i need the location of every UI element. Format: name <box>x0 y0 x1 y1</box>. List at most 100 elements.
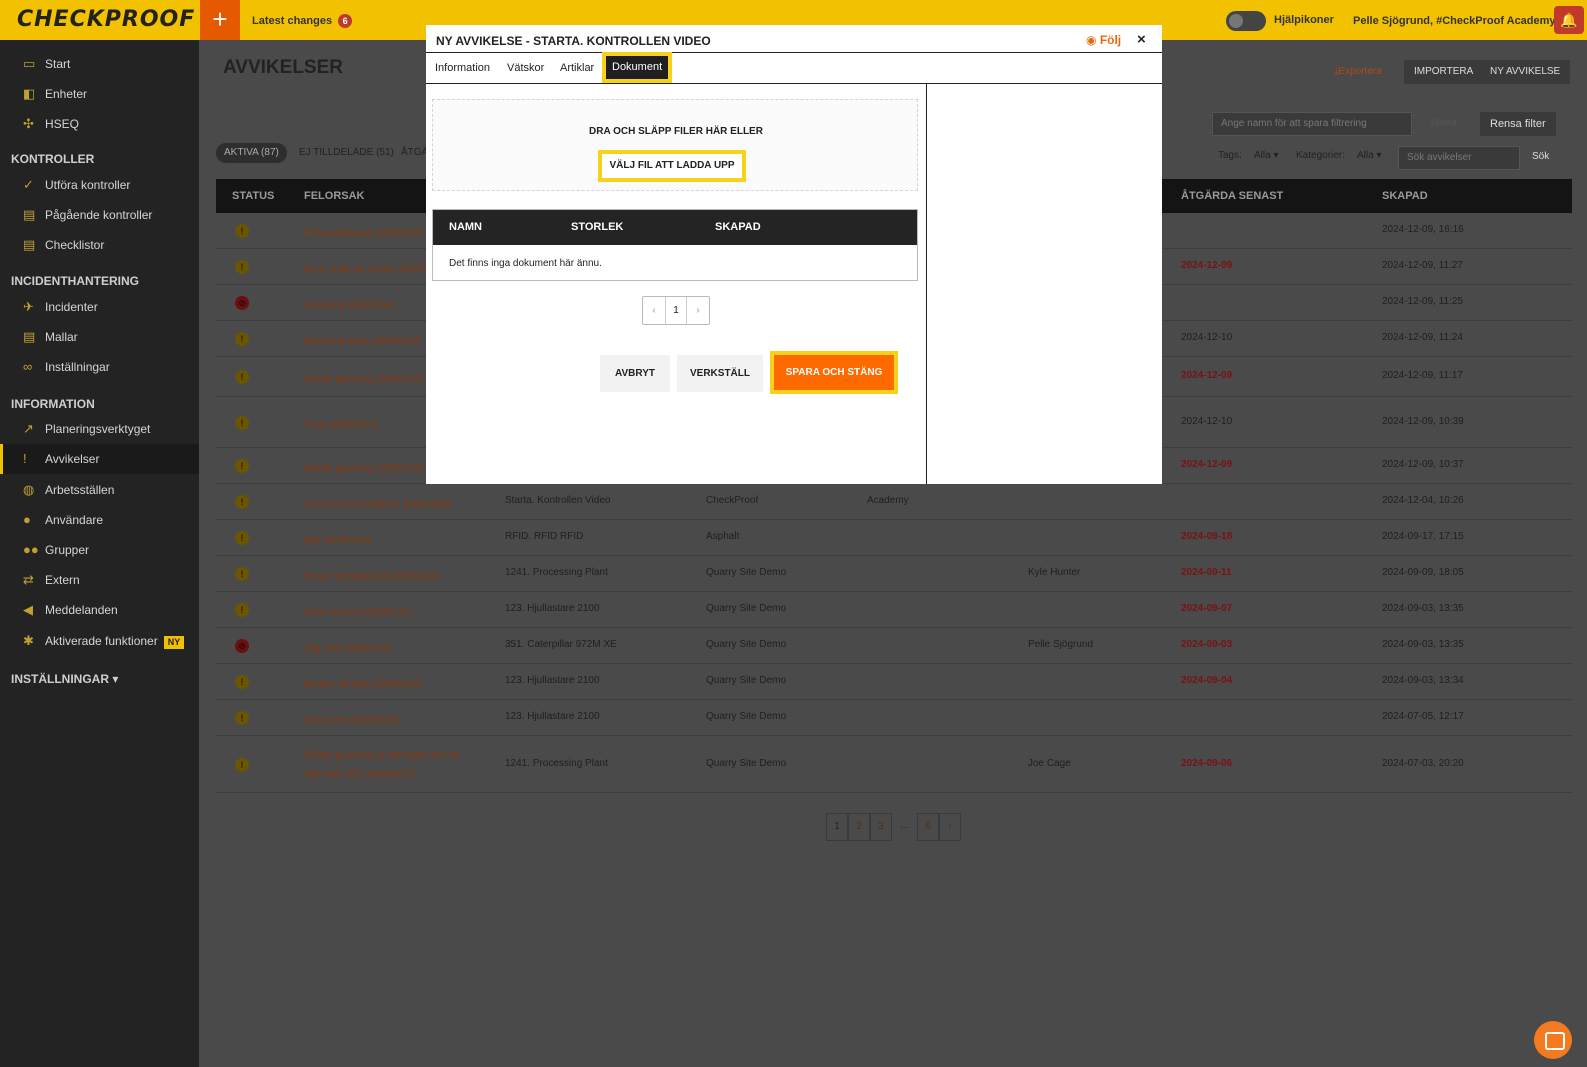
table-row[interactable]: ! Door is loose (D000141) 123. Hjullastare… <box>216 592 1572 628</box>
cause-link[interactable]: Safety guarding is damaged on the right … <box>304 746 474 784</box>
filter-name-input[interactable]: Ange namn för att spara filtrering <box>1212 112 1412 136</box>
sidebar-item-pågående-kontroller[interactable]: ▤ Pågående kontroller <box>0 200 199 230</box>
search-button[interactable]: Sök <box>1532 151 1549 162</box>
save-and-close-button[interactable]: SPARA OCH STÄNG <box>770 351 898 394</box>
help-icons-label: Hjälpikoner <box>1274 14 1334 26</box>
table-row[interactable]: ! CheckProof Academy (D000148) Starta. Kon… <box>216 484 1572 520</box>
tab-aktiva[interactable]: AKTIVA (87) <box>216 143 287 163</box>
sidebar-item-label: Enheter <box>45 87 88 101</box>
bell-icon[interactable]: 🔔 <box>1554 6 1584 34</box>
column-name[interactable]: NAMN <box>449 221 482 233</box>
cause-link[interactable]: Elie (D000145) <box>304 531 474 550</box>
next-page-button[interactable]: › <box>687 297 709 324</box>
handshake-icon: ⇄ <box>23 572 34 587</box>
sidebar-item-meddelanden[interactable]: ◀ Meddelanden <box>0 595 199 625</box>
sidebar-item-arbetsställen[interactable]: ◍ Arbetsställen <box>0 475 199 505</box>
running-icon: ✈ <box>23 299 34 314</box>
table-row[interactable]: ! Elie (D000145) RFID. RFID RFID Asphalt 202… <box>216 520 1572 556</box>
clipboard-icon: ▤ <box>23 329 36 344</box>
tab-ej-tilldelade[interactable]: EJ TILLDELADE (51) <box>291 143 402 163</box>
sidebar-item-label: Användare <box>45 513 104 527</box>
cause-link[interactable]: House keeping [S1] (D000142) <box>304 567 474 586</box>
sidebar-item-avvikelser[interactable]: ! Avvikelser <box>0 444 199 474</box>
categories-select[interactable]: Alla ▾ <box>1357 150 1381 161</box>
column-fix-by[interactable]: ÅTGÄRDA SENAST <box>1181 190 1283 202</box>
sidebar-item-hseq[interactable]: ✣ HSEQ <box>0 109 199 139</box>
cause-link[interactable]: Dokument (D000138) <box>304 711 474 730</box>
sidebar-item-mallar[interactable]: ▤ Mallar <box>0 322 199 352</box>
section-heading-installningar[interactable]: INSTÄLLNINGAR ▾ <box>11 672 118 686</box>
follow-button[interactable]: ◉ Följ <box>1086 33 1121 47</box>
sidebar-item-incidenter[interactable]: ✈ Incidenter <box>0 292 199 322</box>
sidebar-item-checklistor[interactable]: ▤ Checklistor <box>0 230 199 260</box>
sidebar-item-enheter[interactable]: ◧ Enheter <box>0 79 199 109</box>
column-cause[interactable]: FELORSAK <box>304 190 365 202</box>
fix-by-cell: 2024-09-11 <box>1181 567 1232 578</box>
import-button[interactable]: IMPORTERA <box>1404 60 1484 84</box>
cause-link[interactable]: Door is loose (D000141) <box>304 603 474 622</box>
latest-changes-badge: 6 <box>338 14 353 28</box>
warning-status-icon: ! <box>235 758 249 772</box>
sidebar-item-start[interactable]: ▭ Start <box>0 49 199 79</box>
close-icon[interactable]: × <box>1137 31 1146 48</box>
column-size[interactable]: STORLEK <box>571 221 623 233</box>
sidebar-item-aktiverade-funktioner[interactable]: ✱ Aktiverade funktioner NY <box>0 626 199 656</box>
tab-information[interactable]: Information <box>435 62 490 74</box>
file-dropzone[interactable]: DRA OCH SLÄPP FILER HÄR ELLER VÄLJ FIL A… <box>432 99 918 191</box>
sidebar-item-grupper[interactable]: ●● Grupper <box>0 535 199 565</box>
table-row[interactable]: ! Dokument (D000138) 123. Hjullastare 2100… <box>216 700 1572 736</box>
apply-button[interactable]: VERKSTÄLL <box>677 355 763 392</box>
column-status[interactable]: STATUS <box>232 190 274 202</box>
table-row[interactable]: ! House keeping [S1] (D000142) 1241. Proce… <box>216 556 1572 592</box>
pagination-ellipsis: … <box>900 820 910 831</box>
stop-status-icon: ⊘ <box>235 296 249 310</box>
user-menu[interactable]: Pelle Sjögrund, #CheckProof Academy ▾ <box>1353 14 1564 27</box>
page-button[interactable]: 1 <box>826 813 848 841</box>
table-row[interactable]: ! Broken window (D000139) 123. Hjullastare… <box>216 664 1572 700</box>
new-deviation-button[interactable]: NY AVVIKELSE <box>1480 60 1571 84</box>
sidebar-item-användare[interactable]: ● Användare <box>0 505 199 535</box>
page-button[interactable]: 2 <box>848 813 870 841</box>
new-deviation-modal: NY AVVIKELSE - STARTA. KONTROLLEN VIDEO … <box>426 25 1162 484</box>
tab-fluids[interactable]: Vätskor <box>507 62 544 74</box>
tags-select[interactable]: Alla ▾ <box>1254 150 1278 161</box>
sidebar-item-planeringsverktyget[interactable]: ↗ Planeringsverktyget <box>0 414 199 444</box>
cause-link[interactable]: Broken window (D000139) <box>304 675 474 694</box>
page-button[interactable]: 1 <box>665 297 687 324</box>
column-created[interactable]: SKAPAD <box>1382 190 1428 202</box>
page-button[interactable]: 6 <box>917 813 939 841</box>
created-cell: 2024-09-03, 13:35 <box>1382 639 1464 650</box>
sidebar-item-extern[interactable]: ⇄ Extern <box>0 565 199 595</box>
prev-page-button[interactable]: ‹ <box>643 297 665 324</box>
tab-documents[interactable]: Dokument <box>601 52 673 83</box>
chat-icon[interactable] <box>1534 1021 1572 1059</box>
cause-link[interactable]: Låg nivå (D000140) <box>304 639 474 658</box>
page-button[interactable]: 3 <box>870 813 892 841</box>
cancel-button[interactable]: AVBRYT <box>600 355 670 392</box>
checkproof-logo[interactable]: CHECKPROOF <box>17 7 195 32</box>
sidebar-item-label: Incidenter <box>45 300 98 314</box>
assignee-cell: Pelle Sjögrund <box>1028 639 1094 650</box>
add-button[interactable]: + <box>200 0 240 40</box>
choose-file-button[interactable]: VÄLJ FIL ATT LADDA UPP <box>598 150 746 182</box>
warning-status-icon: ! <box>235 675 249 689</box>
globe-icon: ◍ <box>23 482 35 497</box>
site-cell: Quarry Site Demo <box>706 567 787 578</box>
latest-changes-link[interactable]: Latest changes 6 <box>252 14 353 28</box>
search-input[interactable]: Sök avvikelser <box>1398 146 1520 170</box>
next-page-button[interactable]: › <box>939 813 961 841</box>
sidebar-item-inställningar[interactable]: ∞ Inställningar <box>0 352 199 382</box>
export-link[interactable]: ⤓Exportera <box>1334 66 1382 77</box>
table-row[interactable]: ! Safety guarding is damaged on the right… <box>216 736 1572 793</box>
cause-link[interactable]: CheckProof Academy (D000148) <box>304 495 474 514</box>
sidebar-item-label: Grupper <box>45 543 90 557</box>
clear-filter-button[interactable]: Rensa filter <box>1480 112 1556 136</box>
column-created[interactable]: SKAPAD <box>715 221 761 233</box>
tab-articles[interactable]: Artiklar <box>560 62 594 74</box>
save-filter-button[interactable]: Spara <box>1430 117 1457 128</box>
section-heading-incidenthantering: INCIDENTHANTERING <box>11 274 139 288</box>
help-icons-toggle[interactable] <box>1226 11 1266 31</box>
sidebar-item-utföra-kontroller[interactable]: ✓ Utföra kontroller <box>0 170 199 200</box>
divider <box>426 52 1162 53</box>
table-row[interactable]: ⊘ Låg nivå (D000140) 351. Caterpillar 972M… <box>216 628 1572 664</box>
